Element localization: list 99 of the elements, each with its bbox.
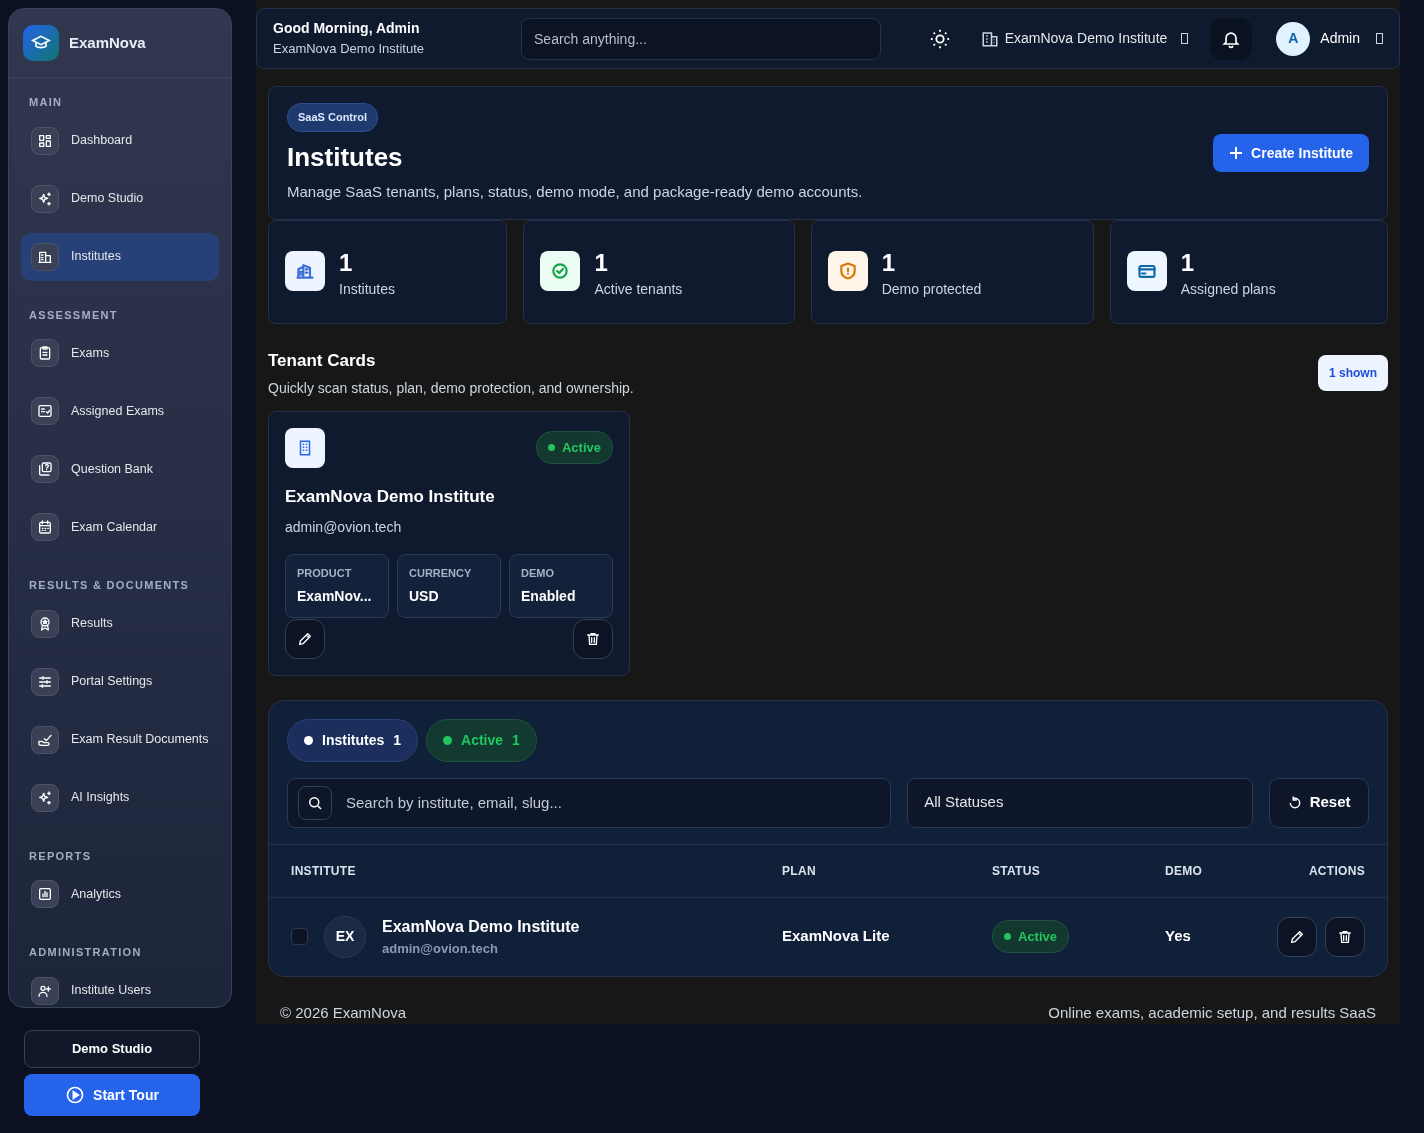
sidebar-item[interactable]: AI Insights <box>21 773 219 822</box>
search-field[interactable]: Search anything... <box>521 17 881 60</box>
trash-icon <box>1337 928 1353 945</box>
plan-cell: ExamNova Lite <box>782 927 890 945</box>
stat-value: 1 <box>339 251 354 275</box>
nav-section-label: RESULTS & DOCUMENTS <box>28 578 191 593</box>
hand-check-icon <box>31 725 59 754</box>
tile-value: Enabled <box>521 586 577 606</box>
nav-section-label: REPORTS <box>28 848 93 864</box>
column-header: PLAN <box>782 862 817 880</box>
plus-icon <box>1229 146 1244 160</box>
sidebar-item[interactable]: Exam Calendar <box>21 503 219 551</box>
count-badge: 1 shown <box>1318 355 1388 392</box>
award-icon <box>31 609 59 638</box>
create-institute-button[interactable]: Create Institute <box>1213 134 1369 172</box>
tile-value: ExamNov... <box>297 586 373 606</box>
chart-icon <box>31 880 59 908</box>
pencil-icon <box>297 630 313 647</box>
status-select[interactable]: All Statuses <box>907 777 1254 828</box>
tenant-email: admin@ovion.tech <box>285 518 403 537</box>
sidebar-item[interactable]: Institutes <box>21 232 219 281</box>
tile-value: USD <box>409 586 440 606</box>
sidebar-item[interactable]: Institute Users <box>21 966 219 1007</box>
sparkle-icon <box>31 783 59 812</box>
institute-name: ExamNova Demo Institute <box>382 916 580 937</box>
nav-section-label: ADMINISTRATION <box>28 945 143 960</box>
stat-value: 1 <box>881 251 897 275</box>
delete-button[interactable] <box>1325 916 1365 957</box>
sparkle-icon <box>31 184 59 213</box>
sidebar-item[interactable]: Demo Studio <box>21 174 219 223</box>
sidebar-item[interactable]: Results <box>21 599 219 648</box>
status-pill: Active <box>992 919 1070 954</box>
search-icon <box>298 785 332 820</box>
stat-value: 1 <box>1180 251 1196 275</box>
institute-switcher[interactable]: ExamNova Demo Institute <box>974 27 1195 50</box>
theme-toggle-icon[interactable] <box>928 27 951 50</box>
user-menu[interactable]: A Admin <box>1276 21 1383 56</box>
demo-cell: Yes <box>1165 927 1191 945</box>
edit-button[interactable] <box>1277 916 1317 957</box>
notifications-icon[interactable] <box>1210 17 1253 60</box>
sidebar-item[interactable]: Exam Result Documents <box>21 715 219 764</box>
greeting: Good Morning, Admin <box>273 19 421 39</box>
stat-label: Institutes <box>339 280 396 299</box>
tile-label: PRODUCT <box>297 566 353 581</box>
nav-section-label: MAIN <box>28 95 64 110</box>
status-pill: Active <box>535 430 613 465</box>
grid-icon <box>31 126 59 155</box>
edit-button[interactable] <box>285 618 325 659</box>
section-tag: SaaS Control <box>287 103 379 132</box>
stat-label: Assigned plans <box>1180 280 1276 299</box>
reset-button[interactable]: Reset <box>1269 777 1369 828</box>
sidebar-item[interactable]: Analytics <box>21 870 219 918</box>
tile-label: DEMO <box>521 566 555 581</box>
sliders-icon <box>31 667 59 696</box>
filter-chip[interactable]: Active 1 <box>426 718 537 762</box>
footer-tagline: Online exams, academic setup, and results SaaS <box>1048 1002 1376 1023</box>
column-header: STATUS <box>992 862 1042 880</box>
institute-avatar: EX <box>324 915 366 958</box>
building-icon <box>31 242 59 271</box>
page-title: Institutes <box>287 140 404 174</box>
calendar-icon <box>31 513 59 541</box>
column-header: INSTITUTE <box>291 862 357 880</box>
nav-section-label: ASSESSMENT <box>28 307 119 323</box>
institute-search-field[interactable]: Search by institute, email, slug... <box>287 777 892 828</box>
clipboard-icon <box>31 339 59 367</box>
stat-value: 1 <box>594 251 609 275</box>
column-header: ACTIONS <box>1307 862 1365 880</box>
reset-icon <box>1287 795 1302 810</box>
sidebar-item[interactable]: Question Bank <box>21 445 219 493</box>
sidebar-item[interactable]: Exams <box>21 329 219 377</box>
page-description: Manage SaaS tenants, plans, status, demo mode, and package-ready demo accounts. <box>287 181 863 202</box>
tenant-name: ExamNova Demo Institute <box>285 485 496 508</box>
filter-chip[interactable]: Institutes 1 <box>287 718 419 762</box>
delete-button[interactable] <box>573 618 613 659</box>
brand-logo <box>23 25 59 61</box>
brand-name: ExamNova <box>69 32 146 53</box>
row-checkbox[interactable] <box>291 928 308 945</box>
column-header: DEMO <box>1165 862 1204 880</box>
question-stack-icon <box>31 455 59 483</box>
stat-label: Demo protected <box>881 280 982 299</box>
checklist-icon <box>31 397 59 425</box>
building-icon <box>285 427 325 468</box>
pencil-icon <box>1289 928 1305 945</box>
copyright-text: © 2026 ExamNova <box>280 1002 407 1023</box>
sidebar-item[interactable]: Dashboard <box>21 116 219 165</box>
start-tour-button[interactable]: Start Tour <box>24 1074 200 1116</box>
demo-studio-button[interactable]: Demo Studio <box>24 1030 200 1068</box>
trash-icon <box>585 630 601 647</box>
sidebar-item[interactable]: Portal Settings <box>21 657 219 706</box>
section-title: Tenant Cards <box>268 350 377 372</box>
building-icon <box>980 29 999 48</box>
institute-email: admin@ovion.tech <box>382 939 499 958</box>
play-icon <box>65 1085 86 1105</box>
section-subtitle: Quickly scan status, plan, demo protection, and ownership. <box>268 378 634 398</box>
stat-label: Active tenants <box>594 280 683 299</box>
institute-subtitle: ExamNova Demo Institute <box>273 40 424 59</box>
users-icon <box>31 976 59 1005</box>
sidebar-item[interactable]: Assigned Exams <box>21 387 219 435</box>
tile-label: CURRENCY <box>409 566 473 581</box>
